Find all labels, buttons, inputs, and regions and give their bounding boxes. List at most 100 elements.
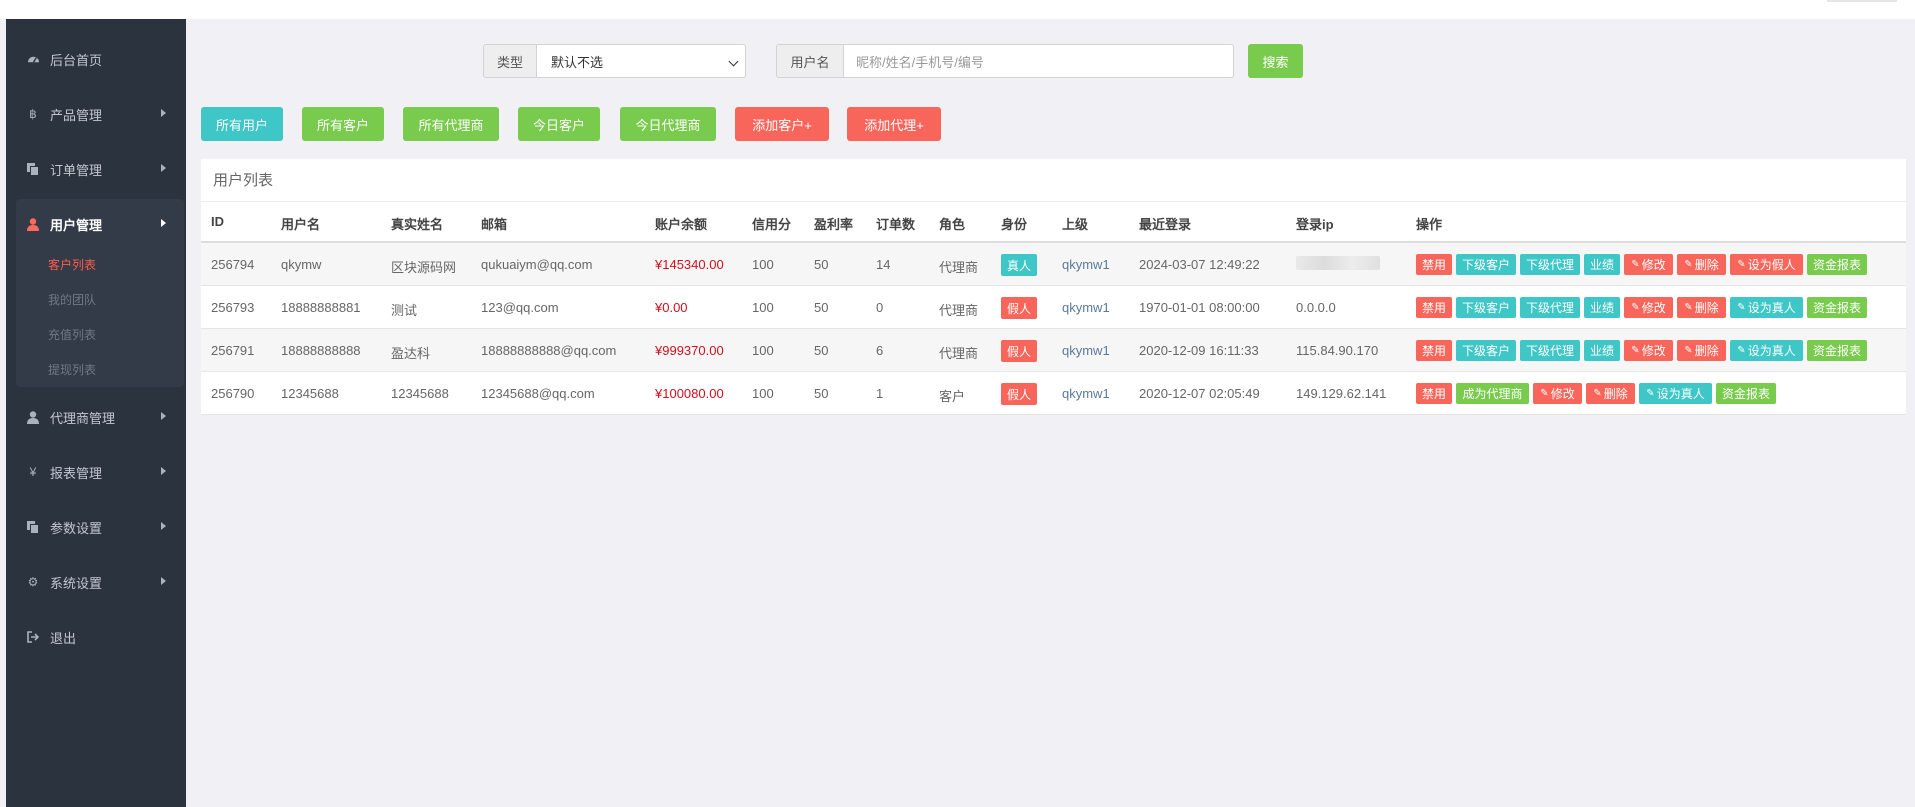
- chevron-right-icon: [161, 412, 166, 420]
- cell-realname: 区块源码网: [391, 260, 457, 275]
- dashboard-icon: [26, 52, 40, 66]
- sidebar-item-agents[interactable]: 代理商管理: [6, 397, 186, 437]
- edit-button[interactable]: ✎ 修改: [1624, 297, 1673, 318]
- cell-parent-link[interactable]: qkymw1: [1062, 386, 1110, 401]
- fund-report-button[interactable]: 资金报表: [1807, 254, 1867, 275]
- set-real-button[interactable]: ✎ 设为真人: [1730, 297, 1803, 318]
- sidebar-item-label: 用户管理: [50, 217, 103, 233]
- bitcoin-icon: ฿: [29, 107, 37, 121]
- sidebar-item-label: 报表管理: [50, 465, 103, 481]
- all-users-button[interactable]: 所有用户: [201, 107, 283, 141]
- edit-label: 修改: [1641, 258, 1666, 272]
- cell-credit: 100: [752, 300, 774, 315]
- sub-customers-button[interactable]: 下级客户: [1456, 254, 1516, 275]
- set-real-button[interactable]: ✎ 设为真人: [1639, 383, 1712, 404]
- performance-button[interactable]: 业绩: [1584, 340, 1620, 361]
- fund-report-button[interactable]: 资金报表: [1716, 383, 1776, 404]
- search-input[interactable]: 昵称/姓名/手机号/编号: [843, 44, 1234, 78]
- all-agents-button[interactable]: 所有代理商: [403, 107, 499, 141]
- cell-orders: 0: [876, 300, 884, 315]
- column-header: 信用分: [752, 217, 792, 232]
- delete-button[interactable]: ✎ 删除: [1677, 254, 1726, 275]
- sidebar-item-orders[interactable]: 订单管理: [6, 149, 186, 189]
- identity-badge: 假人: [1001, 297, 1038, 319]
- search-button[interactable]: 搜索: [1248, 44, 1303, 78]
- cell-parent-link[interactable]: qkymw1: [1062, 343, 1110, 358]
- sidebar-item-logout[interactable]: 退出: [6, 617, 186, 657]
- cell-username: 18888888888: [281, 343, 361, 358]
- cell-username: 12345688: [281, 386, 339, 401]
- sidebar-item-dashboard[interactable]: 后台首页: [6, 39, 186, 79]
- column-header: 邮箱: [481, 217, 508, 232]
- cell-credit: 100: [752, 343, 774, 358]
- cell-profit: 50: [814, 257, 829, 272]
- sidebar-subitem-recharge-list[interactable]: 充值列表: [48, 326, 96, 343]
- sidebar-item-params[interactable]: 参数设置: [6, 507, 186, 547]
- delete-button[interactable]: ✎ 删除: [1586, 383, 1635, 404]
- pencil-icon: ✎: [1684, 259, 1693, 270]
- disable-button[interactable]: 禁用: [1416, 340, 1452, 361]
- performance-button[interactable]: 业绩: [1584, 254, 1620, 275]
- cell-role: 代理商: [939, 303, 979, 318]
- cell-email: 18888888888@qq.com: [481, 343, 617, 358]
- column-header: 角色: [939, 217, 966, 232]
- sidebar-subitem-customer-list[interactable]: 客户列表: [48, 256, 96, 273]
- sidebar-item-label: 订单管理: [50, 162, 103, 178]
- cell-ip: 115.84.90.170: [1296, 343, 1379, 358]
- performance-button[interactable]: 业绩: [1584, 297, 1620, 318]
- type-select[interactable]: 默认不选: [536, 44, 746, 78]
- delete-button[interactable]: ✎ 删除: [1677, 340, 1726, 361]
- fund-report-button[interactable]: 资金报表: [1807, 340, 1867, 361]
- sidebar-item-products[interactable]: ฿ 产品管理: [6, 94, 186, 134]
- set-real-button[interactable]: ✎ 设为真人: [1730, 340, 1803, 361]
- add-customer-button[interactable]: 添加客户+: [735, 107, 829, 141]
- cell-parent-link[interactable]: qkymw1: [1062, 300, 1110, 315]
- delete-button[interactable]: ✎ 删除: [1677, 297, 1726, 318]
- sidebar-item-system[interactable]: ⚙ 系统设置: [6, 562, 186, 602]
- become-agent-button[interactable]: 成为代理商: [1456, 383, 1529, 404]
- column-header: 最近登录: [1139, 217, 1192, 232]
- user-list-panel: 用户列表 ID 用户名 真实姓名 邮箱 账户余额 信用分 盈利率 订单数 角色 …: [201, 159, 1906, 415]
- pencil-icon: ✎: [1737, 345, 1746, 356]
- today-agents-button[interactable]: 今日代理商: [620, 107, 716, 141]
- cell-email: 123@qq.com: [481, 300, 559, 315]
- disable-button[interactable]: 禁用: [1416, 254, 1452, 275]
- sub-agents-button[interactable]: 下级代理: [1520, 340, 1580, 361]
- disable-button[interactable]: 禁用: [1416, 297, 1452, 318]
- username-label: 用户名: [776, 44, 844, 78]
- sub-agents-button[interactable]: 下级代理: [1520, 297, 1580, 318]
- cell-orders: 1: [876, 386, 884, 401]
- edit-label: 修改: [1641, 344, 1666, 358]
- all-customers-button[interactable]: 所有客户: [302, 107, 384, 141]
- sub-customers-button[interactable]: 下级客户: [1456, 297, 1516, 318]
- pencil-icon: ✎: [1631, 302, 1640, 313]
- set-fake-label: 设为假人: [1747, 258, 1796, 272]
- edit-button[interactable]: ✎ 修改: [1533, 383, 1582, 404]
- delete-label: 删除: [1603, 387, 1628, 401]
- chevron-right-icon: [161, 219, 166, 227]
- chevron-right-icon: [161, 522, 166, 530]
- cell-role: 代理商: [939, 260, 979, 275]
- edit-button[interactable]: ✎ 修改: [1624, 340, 1673, 361]
- sidebar-subitem-my-team[interactable]: 我的团队: [48, 291, 96, 308]
- top-bar-corner: [1827, 0, 1897, 2]
- disable-button[interactable]: 禁用: [1416, 383, 1452, 404]
- edit-label: 修改: [1550, 387, 1575, 401]
- column-header: 订单数: [876, 217, 916, 232]
- cell-parent-link[interactable]: qkymw1: [1062, 257, 1110, 272]
- divider: [201, 201, 1906, 202]
- sidebar-subitem-withdraw-list[interactable]: 提现列表: [48, 361, 96, 378]
- sidebar-item-reports[interactable]: ¥ 报表管理: [6, 452, 186, 492]
- main-content: 类型 默认不选 用户名 昵称/姓名/手机号/编号 搜索 所有用户 所有客户 所有…: [186, 19, 1915, 807]
- add-agent-button[interactable]: 添加代理+: [847, 107, 941, 141]
- pencil-icon: ✎: [1646, 388, 1655, 399]
- set-fake-button[interactable]: ✎ 设为假人: [1730, 254, 1803, 275]
- edit-button[interactable]: ✎ 修改: [1624, 254, 1673, 275]
- fund-report-button[interactable]: 资金报表: [1807, 297, 1867, 318]
- cell-realname: 盈达科: [391, 346, 431, 361]
- identity-badge: 真人: [1001, 254, 1038, 276]
- today-customers-button[interactable]: 今日客户: [518, 107, 600, 141]
- sub-agents-button[interactable]: 下级代理: [1520, 254, 1580, 275]
- sidebar-item-users[interactable]: 用户管理: [6, 204, 186, 244]
- sub-customers-button[interactable]: 下级客户: [1456, 340, 1516, 361]
